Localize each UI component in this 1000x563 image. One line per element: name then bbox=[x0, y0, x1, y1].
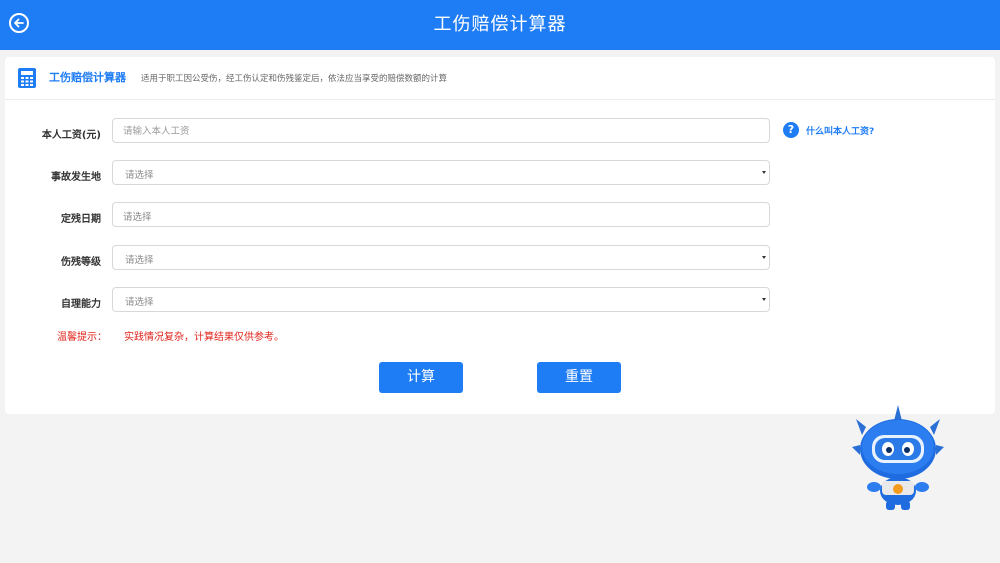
ability-select[interactable]: 请选择 bbox=[112, 287, 770, 312]
ability-placeholder: 请选择 bbox=[125, 297, 154, 308]
ability-label: 自理能力 bbox=[61, 299, 101, 310]
location-label: 事故发生地 bbox=[51, 172, 101, 183]
mascot-robot-icon bbox=[852, 405, 944, 510]
tip-label: 温馨提示： bbox=[57, 332, 107, 343]
page-title: 工伤赔偿计算器 bbox=[433, 14, 567, 35]
salary-label: 本人工资(元) bbox=[41, 130, 101, 141]
location-select[interactable]: 请选择 bbox=[112, 160, 770, 185]
tip-text: 实践情况复杂，计算结果仅供参考。 bbox=[124, 332, 284, 343]
salary-input[interactable] bbox=[113, 120, 723, 143]
grade-select[interactable]: 请选择 bbox=[112, 245, 770, 270]
reset-button[interactable]: 重置 bbox=[537, 362, 621, 393]
chevron-down-icon bbox=[762, 171, 766, 174]
location-placeholder: 请选择 bbox=[125, 170, 154, 181]
grade-label: 伤残等级 bbox=[61, 257, 101, 268]
calculator-icon bbox=[18, 68, 36, 88]
salary-help-link[interactable]: 什么叫本人工资? bbox=[806, 124, 874, 137]
calculator-card: 工伤赔偿计算器 适用于职工因公受伤，经工伤认定和伤残鉴定后，依法应当享受的赔偿数… bbox=[5, 57, 995, 414]
top-bar: 工伤赔偿计算器 bbox=[0, 0, 1000, 50]
chevron-down-icon bbox=[762, 298, 766, 301]
date-label: 定残日期 bbox=[61, 214, 101, 225]
date-picker[interactable]: 请选择 bbox=[112, 202, 770, 227]
date-placeholder: 请选择 bbox=[123, 212, 152, 223]
help-icon[interactable]: ? bbox=[783, 122, 799, 138]
card-description: 适用于职工因公受伤，经工伤认定和伤残鉴定后，依法应当享受的赔偿数额的计算 bbox=[141, 74, 448, 84]
calculate-button[interactable]: 计算 bbox=[379, 362, 463, 393]
grade-placeholder: 请选择 bbox=[125, 255, 154, 266]
chevron-down-icon bbox=[762, 256, 766, 259]
card-title: 工伤赔偿计算器 bbox=[49, 71, 126, 84]
card-header: 工伤赔偿计算器 适用于职工因公受伤，经工伤认定和伤残鉴定后，依法应当享受的赔偿数… bbox=[5, 57, 995, 100]
salary-field[interactable] bbox=[112, 118, 770, 143]
